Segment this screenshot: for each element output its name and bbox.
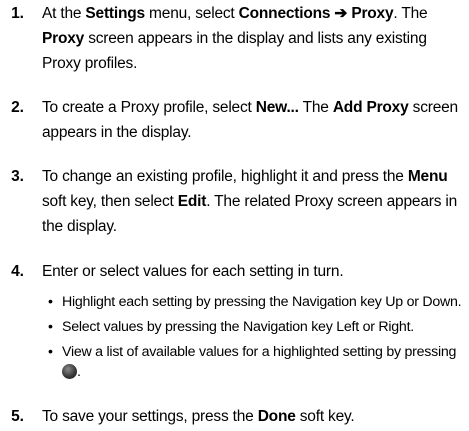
step-text-run: . The xyxy=(393,5,428,22)
bold-term: Add Proxy xyxy=(332,99,409,116)
bullet-item: • View a list of available values for a … xyxy=(48,342,468,382)
step-text-run: soft key. xyxy=(295,408,355,425)
bullet-dot: • xyxy=(48,294,53,310)
bold-term: Edit xyxy=(177,193,207,210)
step-text: To create a Proxy profile, select New...… xyxy=(42,95,467,145)
step-text: To save your settings, press the Done so… xyxy=(42,404,467,429)
bullet-dot: • xyxy=(48,344,53,360)
bullet-item: • Select values by pressing the Navigati… xyxy=(48,317,468,337)
step-text-run: At the xyxy=(42,5,86,22)
bold-term: Menu xyxy=(407,168,448,185)
step-text: To change an existing profile, highlight… xyxy=(42,164,467,239)
step-text-run: To change an existing profile, highlight… xyxy=(42,168,408,185)
step-number: 5. xyxy=(11,408,24,425)
step-text-run: soft key, then select xyxy=(42,193,178,210)
step-text-run: To create a Proxy profile, select xyxy=(42,99,256,116)
step-text: Enter or select values for each setting … xyxy=(42,259,467,284)
step-text: At the Settings menu, select Connections… xyxy=(42,1,467,76)
navigation-key-center-icon xyxy=(62,364,77,379)
step-text-run: menu, select xyxy=(144,5,239,22)
bullet-text: Highlight each setting by pressing the N… xyxy=(62,294,462,310)
step-text-run: screen appears in the display and lists … xyxy=(42,30,427,72)
bullet-dot: • xyxy=(48,319,53,335)
bold-term: Done xyxy=(257,408,296,425)
bullet-text: View a list of available values for a hi… xyxy=(62,344,457,360)
bold-term: Connections ➔ Proxy xyxy=(238,5,394,22)
bold-term: Proxy xyxy=(42,30,85,47)
bold-term: Settings xyxy=(85,5,145,22)
step-text-run: To save your settings, press the xyxy=(42,408,258,425)
step-number: 3. xyxy=(11,168,24,185)
step-number: 2. xyxy=(11,99,24,116)
bullet-suffix: . xyxy=(77,364,81,380)
step-number: 4. xyxy=(11,263,24,280)
bold-term: New... xyxy=(255,99,299,116)
step-4-bullets: • Highlight each setting by pressing the… xyxy=(48,292,468,382)
bullet-text: Select values by pressing the Navigation… xyxy=(62,319,414,335)
bullet-item: • Highlight each setting by pressing the… xyxy=(48,292,468,312)
step-text-run: The xyxy=(298,99,333,116)
step-number: 1. xyxy=(11,5,24,22)
step-text-run: Enter or select values for each setting … xyxy=(42,263,344,280)
